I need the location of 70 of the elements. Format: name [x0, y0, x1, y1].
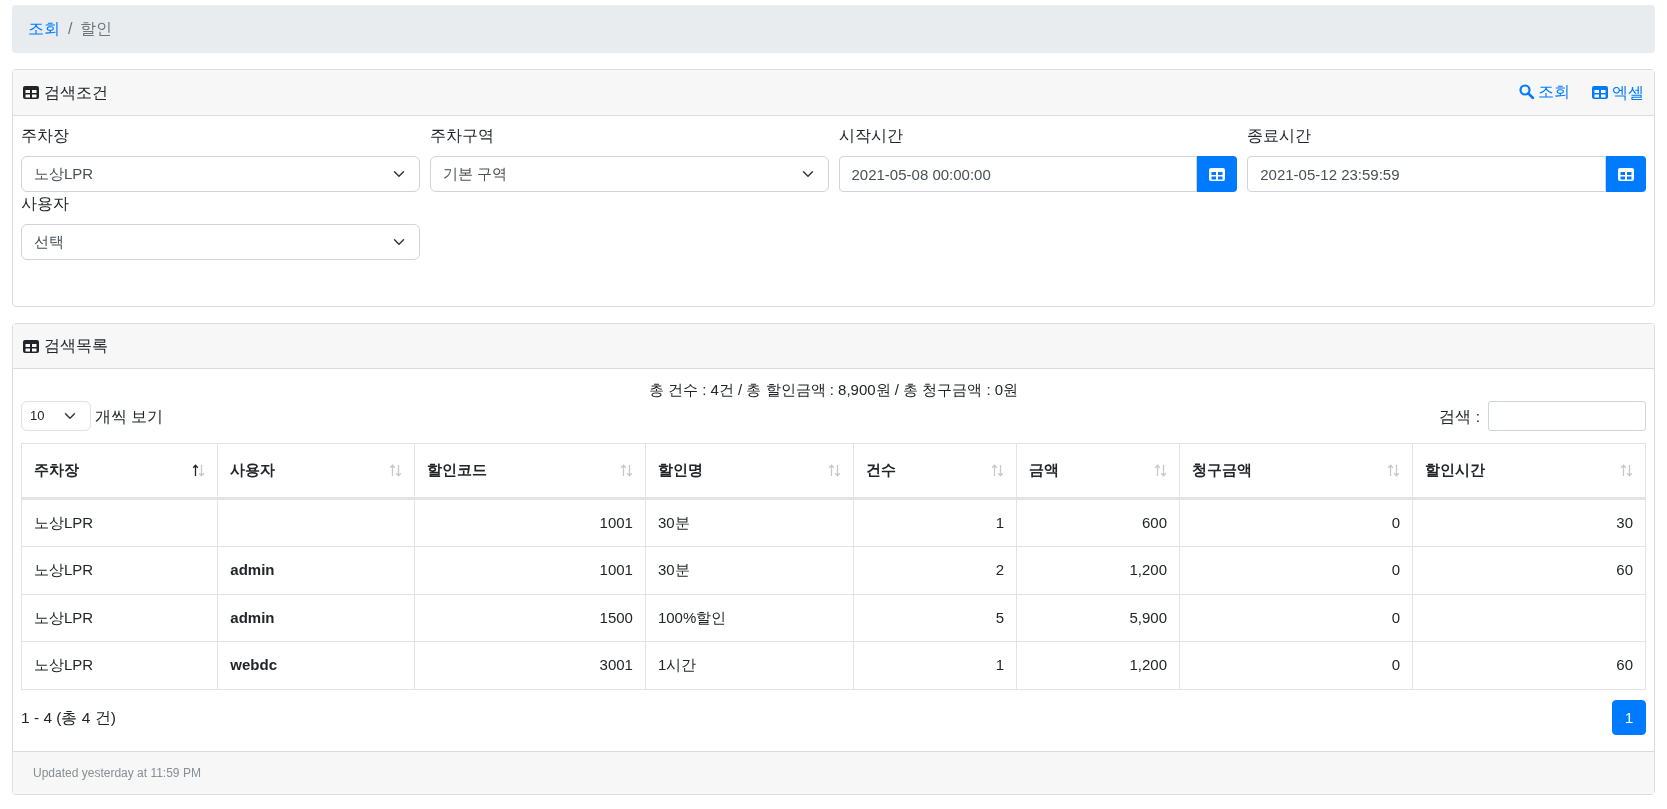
table-cell: 노상LPR — [21, 546, 218, 595]
table-cell: 30분 — [645, 498, 854, 547]
column-header[interactable]: 주차장 — [21, 443, 218, 499]
card-title: 검색목록 — [44, 336, 108, 357]
user-cell: webdc — [217, 641, 415, 690]
table-cell: 1500 — [414, 594, 646, 642]
column-header[interactable]: 할인명 — [645, 443, 854, 499]
table-icon — [23, 339, 39, 353]
column-header[interactable]: 금액 — [1016, 443, 1180, 499]
table-cell: 1001 — [414, 546, 646, 595]
table-cell: 0 — [1179, 498, 1413, 547]
select-field[interactable]: 노상LPR — [21, 156, 420, 193]
table-cell: 1시간 — [645, 641, 854, 690]
breadcrumb-current: 할인 — [80, 20, 113, 37]
footer-text: Updated yesterday at 11:59 PM — [13, 750, 1654, 794]
table-cell: 0 — [1179, 546, 1413, 595]
card-title: 검색조건 — [44, 83, 108, 104]
table-cell: 5,900 — [1016, 594, 1180, 642]
page-size-select[interactable]: 10 — [21, 401, 91, 432]
table-cell: 5 — [853, 594, 1017, 642]
field-label: 주차장 — [21, 126, 70, 147]
table-cell: 노상LPR — [21, 594, 218, 642]
summary-text: 총 건수 : 4건 / 총 할인금액 : 8,900원 / 총 청구금액 : 0원 — [647, 379, 1020, 400]
table-cell: 1,200 — [1016, 641, 1180, 690]
calendar-icon — [1209, 167, 1226, 181]
search-field[interactable] — [1488, 401, 1646, 432]
table-cell: 60 — [1412, 546, 1646, 595]
column-header[interactable]: 할인코드 — [414, 443, 646, 499]
date-input-field[interactable]: 2021-05-08 00:00:00 — [838, 156, 1198, 193]
table-cell: 1,200 — [1016, 546, 1180, 595]
calendar-icon — [1618, 167, 1634, 181]
page-button[interactable]: 1 — [1612, 699, 1646, 735]
table-icon — [1592, 86, 1608, 100]
calendar-button[interactable] — [1606, 156, 1646, 193]
select-field[interactable]: 기본 구역 — [429, 156, 829, 193]
range-info: 1 - 4 (총 4 건) — [21, 707, 116, 728]
column-header[interactable]: 사용자 — [217, 443, 415, 499]
table-cell: 1001 — [414, 498, 646, 547]
table-cell: 0 — [1179, 594, 1413, 642]
field-label: 종료시간 — [1247, 126, 1313, 147]
user-cell: admin — [217, 546, 415, 595]
table-cell: 60 — [1412, 641, 1646, 690]
date-input-field[interactable]: 2021-05-12 23:59:59 — [1247, 156, 1606, 193]
excel-link[interactable]: 엑셀 — [1592, 81, 1644, 105]
table-cell: 30 — [1412, 498, 1646, 547]
table-cell: 0 — [1179, 641, 1413, 690]
page-size-label: 개씩 보기 — [95, 406, 164, 427]
field-label: 시작시간 — [838, 126, 904, 147]
column-header[interactable]: 건수 — [853, 443, 1017, 499]
search-label: 검색 : — [1439, 406, 1480, 427]
calendar-button[interactable] — [1197, 156, 1238, 193]
user-cell: admin — [217, 594, 415, 642]
search-link[interactable]: 조회 — [1519, 80, 1570, 104]
table-icon — [23, 86, 39, 100]
table-cell: 노상LPR — [21, 498, 218, 547]
table-cell: 30분 — [645, 546, 854, 595]
table-cell: 1 — [853, 641, 1017, 690]
search-icon — [1519, 84, 1534, 100]
breadcrumb-separator: / — [67, 20, 74, 37]
table-cell: 1 — [853, 498, 1017, 547]
field-label: 주차구역 — [429, 126, 495, 147]
column-header[interactable]: 할인시간 — [1412, 443, 1646, 499]
table-cell: 2 — [853, 546, 1017, 595]
table-cell: 노상LPR — [21, 641, 218, 690]
table-cell: 600 — [1016, 498, 1180, 547]
table-cell: 100%할인 — [645, 594, 854, 642]
select-field[interactable]: 선택 — [21, 224, 420, 261]
table-cell: 3001 — [414, 641, 646, 690]
column-header[interactable]: 청구금액 — [1179, 443, 1413, 499]
field-label: 사용자 — [21, 194, 70, 215]
